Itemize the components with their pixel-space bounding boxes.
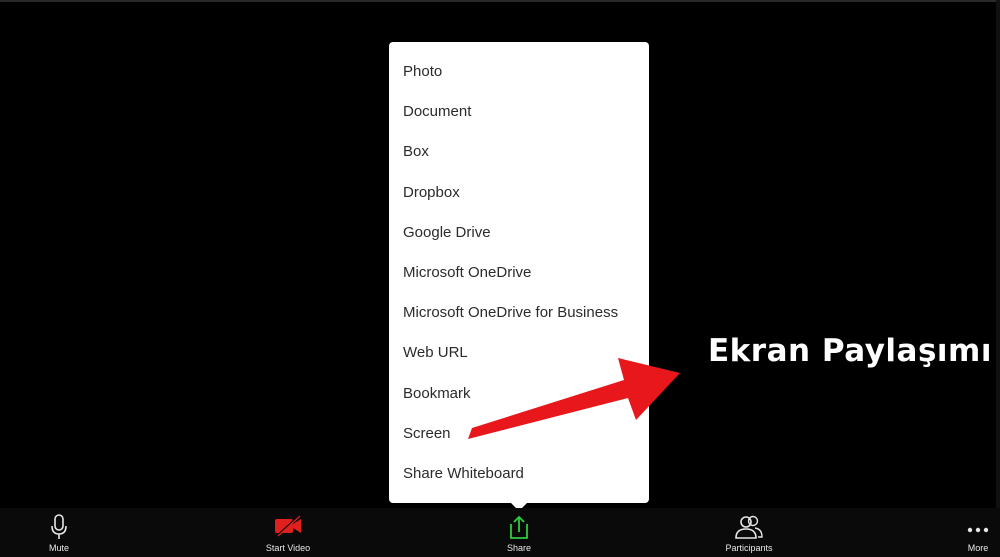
share-menu: Photo Document Box Dropbox Google Drive …	[389, 42, 649, 511]
menu-item-google-drive[interactable]: Google Drive	[389, 213, 649, 253]
menu-item-onedrive[interactable]: Microsoft OneDrive	[389, 253, 649, 293]
more-button[interactable]: More	[958, 508, 998, 557]
menu-item-onedrive-business[interactable]: Microsoft OneDrive for Business	[389, 293, 649, 333]
participants-label: Participants	[725, 543, 773, 553]
more-dots-icon	[967, 527, 989, 533]
menu-item-web-url[interactable]: Web URL	[389, 333, 649, 373]
meeting-toolbar: Mute Start Video Share Participants More	[0, 508, 1000, 557]
share-button[interactable]: Share	[498, 508, 540, 557]
menu-item-dropbox[interactable]: Dropbox	[389, 173, 649, 213]
menu-item-document[interactable]: Document	[389, 92, 649, 132]
more-label: More	[967, 543, 989, 553]
mute-button[interactable]: Mute	[38, 508, 80, 557]
menu-item-share-whiteboard[interactable]: Share Whiteboard	[389, 454, 649, 494]
participants-button[interactable]: Participants	[716, 508, 782, 557]
start-video-label: Start Video	[265, 543, 311, 553]
menu-item-screen[interactable]: Screen	[389, 414, 649, 454]
annotation-label: Ekran Paylaşımı	[708, 333, 992, 369]
mute-label: Mute	[48, 543, 69, 553]
right-border	[996, 0, 1000, 557]
microphone-icon	[51, 514, 67, 539]
share-label: Share	[506, 543, 532, 553]
menu-item-bookmark[interactable]: Bookmark	[389, 374, 649, 414]
video-off-icon	[275, 515, 301, 537]
menu-item-photo[interactable]: Photo	[389, 52, 649, 92]
participants-icon	[735, 515, 763, 539]
top-border	[0, 0, 1000, 2]
menu-item-box[interactable]: Box	[389, 132, 649, 172]
share-screen-icon	[510, 515, 528, 539]
start-video-button[interactable]: Start Video	[258, 508, 318, 557]
